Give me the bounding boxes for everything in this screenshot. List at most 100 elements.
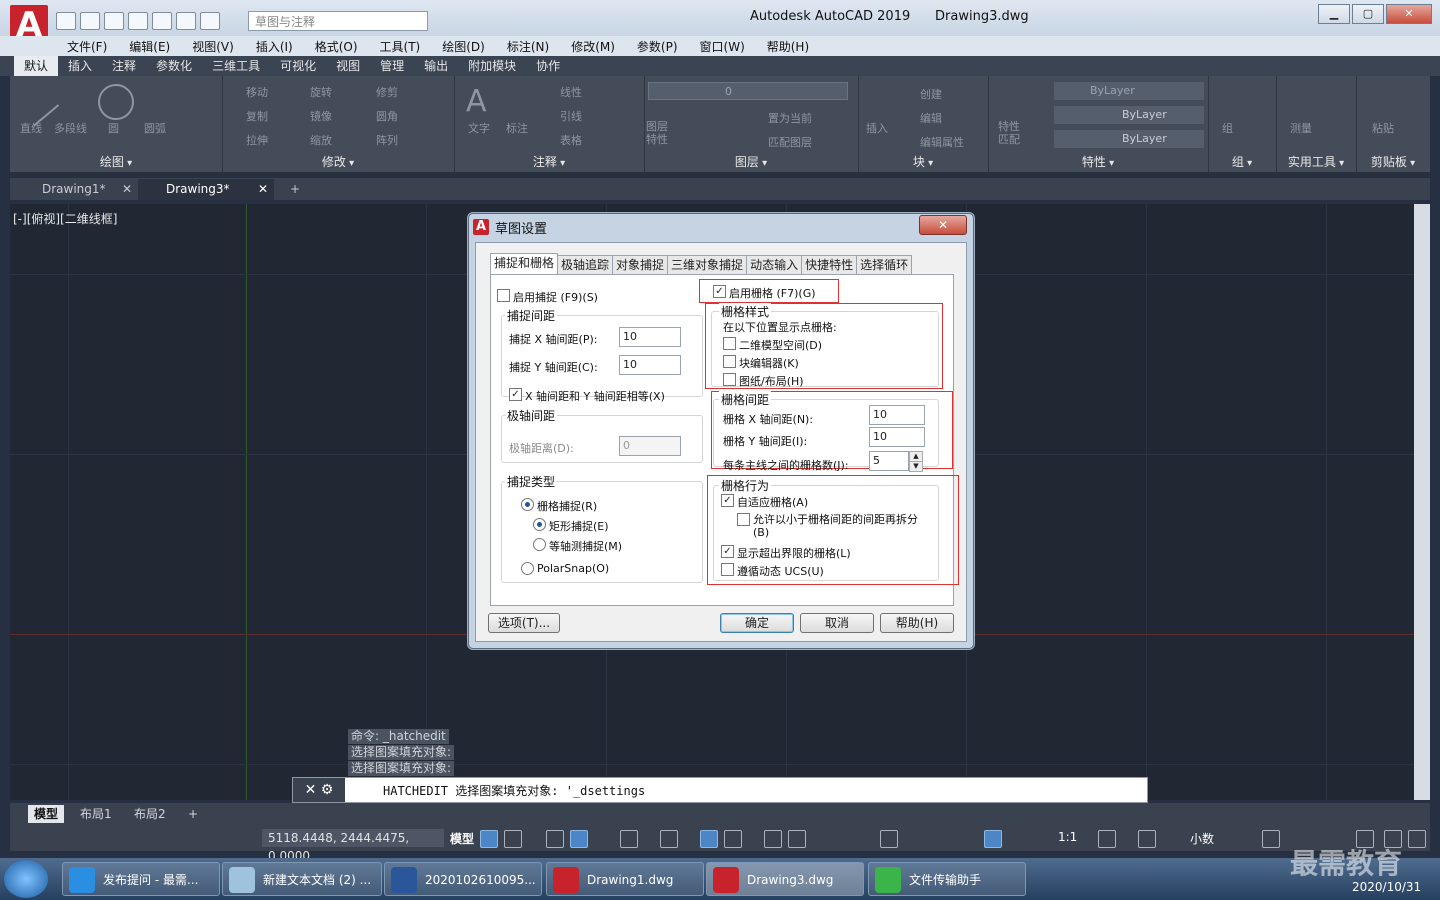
panel-title-annotation[interactable]: 注释 bbox=[454, 153, 644, 170]
ribbon-tab-parametric[interactable]: 参数化 bbox=[146, 56, 202, 76]
menu-help[interactable]: 帮助(H) bbox=[756, 38, 820, 55]
tab-quick-properties[interactable]: 快捷特性 bbox=[801, 255, 858, 274]
tool-leader[interactable]: 引线 bbox=[560, 108, 582, 124]
grid-snap-radio[interactable] bbox=[521, 498, 534, 511]
infer-constraints-icon[interactable] bbox=[546, 830, 564, 848]
menu-file[interactable]: 文件(F) bbox=[56, 38, 118, 55]
tool-measure[interactable]: 测量 bbox=[1290, 120, 1312, 136]
ribbon-tab-view[interactable]: 视图 bbox=[326, 56, 370, 76]
tool-array[interactable]: 阵列 bbox=[376, 132, 398, 148]
tool-linear[interactable]: 线性 bbox=[560, 84, 582, 100]
tab-dynamic-input[interactable]: 动态输入 bbox=[746, 255, 803, 274]
close-icon[interactable]: ✕ bbox=[258, 179, 268, 200]
ribbon-tab-collaborate[interactable]: 协作 bbox=[526, 56, 570, 76]
close-icon[interactable]: ✕ bbox=[122, 179, 132, 200]
snap-on-checkbox[interactable] bbox=[497, 289, 510, 302]
subdivide-checkbox[interactable] bbox=[737, 513, 750, 526]
grid-sheet-layout-checkbox[interactable] bbox=[723, 373, 736, 386]
follow-ucs-checkbox[interactable] bbox=[721, 563, 734, 576]
grid-y-input[interactable]: 10 bbox=[869, 427, 925, 447]
minimize-button[interactable]: ▁ bbox=[1318, 4, 1350, 24]
tool-mirror[interactable]: 镜像 bbox=[310, 108, 332, 124]
annotation-visibility-icon[interactable] bbox=[880, 830, 898, 848]
undo-icon[interactable] bbox=[176, 12, 196, 30]
menu-draw[interactable]: 绘图(D) bbox=[431, 38, 496, 55]
start-button[interactable] bbox=[4, 860, 48, 898]
ribbon-tab-annotate[interactable]: 注释 bbox=[102, 56, 146, 76]
tool-move[interactable]: 移动 bbox=[246, 84, 268, 100]
grid-on-checkbox[interactable]: ✓ bbox=[713, 285, 726, 298]
adaptive-grid-checkbox[interactable]: ✓ bbox=[721, 494, 734, 507]
layout-tab-model[interactable]: 模型 bbox=[28, 805, 65, 823]
tool-scale[interactable]: 缩放 bbox=[310, 132, 332, 148]
ribbon-tab-home[interactable]: 默认 bbox=[14, 56, 59, 76]
tool-stretch[interactable]: 拉伸 bbox=[246, 132, 268, 148]
tool-trim[interactable]: 修剪 bbox=[376, 84, 398, 100]
ortho-icon[interactable] bbox=[570, 830, 588, 848]
panel-title-utilities[interactable]: 实用工具 bbox=[1276, 153, 1356, 170]
tab-selection-cycling[interactable]: 选择循环 bbox=[856, 255, 913, 274]
tool-match-properties[interactable]: 特性匹配 bbox=[998, 120, 1022, 146]
customize-menu-icon[interactable] bbox=[1408, 830, 1426, 848]
tool-set-current[interactable]: 置为当前 bbox=[768, 110, 812, 126]
units-select[interactable]: 小数 bbox=[1190, 830, 1214, 847]
tool-fillet[interactable]: 圆角 bbox=[376, 108, 398, 124]
help-button[interactable]: 帮助(H) bbox=[880, 613, 954, 633]
panel-title-modify[interactable]: 修改 bbox=[222, 153, 454, 170]
circle-icon[interactable] bbox=[98, 84, 134, 120]
redo-icon[interactable] bbox=[200, 12, 220, 30]
options-button[interactable]: 选项(T)... bbox=[488, 613, 560, 633]
isodraft-icon[interactable] bbox=[660, 830, 678, 848]
quick-properties-icon[interactable] bbox=[1262, 830, 1280, 848]
layer-dropdown[interactable]: 0 bbox=[648, 82, 848, 100]
snap-x-input[interactable]: 10 bbox=[619, 327, 681, 347]
menu-window[interactable]: 窗口(W) bbox=[689, 38, 756, 55]
new-file-icon[interactable] bbox=[56, 12, 76, 30]
annotation-scale[interactable]: 1:1 bbox=[1058, 830, 1077, 844]
tab-snap-grid[interactable]: 捕捉和栅格 bbox=[490, 253, 559, 274]
tool-copy[interactable]: 复制 bbox=[246, 108, 268, 124]
grid-display-icon[interactable] bbox=[480, 830, 498, 848]
task-drawing3[interactable]: Drawing3.dwg bbox=[706, 862, 864, 896]
transparency-icon[interactable] bbox=[788, 830, 806, 848]
system-clock[interactable]: 2020/10/31 bbox=[1352, 880, 1421, 894]
polarsnap-radio[interactable] bbox=[521, 562, 534, 575]
object-snap-icon[interactable] bbox=[724, 830, 742, 848]
task-notepad[interactable]: 新建文本文档 (2) ... bbox=[222, 862, 382, 896]
polar-tracking-icon[interactable] bbox=[620, 830, 638, 848]
panel-title-clipboard[interactable]: 剪贴板 bbox=[1356, 153, 1430, 170]
ribbon-tab-manage[interactable]: 管理 bbox=[370, 56, 414, 76]
menu-parametric[interactable]: 参数(P) bbox=[626, 38, 689, 55]
beyond-limits-checkbox[interactable]: ✓ bbox=[721, 545, 734, 558]
dialog-close-button[interactable]: ✕ bbox=[919, 215, 967, 235]
save-as-icon[interactable] bbox=[128, 12, 148, 30]
lineweight-dropdown[interactable]: ByLayer bbox=[1054, 130, 1204, 148]
grid-x-input[interactable]: 10 bbox=[869, 405, 925, 425]
tool-create-block[interactable]: 创建 bbox=[920, 86, 942, 102]
layout-tab-layout1[interactable]: 布局1 bbox=[74, 805, 118, 823]
tool-match-layer[interactable]: 匹配图层 bbox=[768, 134, 812, 150]
tool-insert[interactable]: 插入 bbox=[866, 120, 888, 136]
tool-layer-properties[interactable]: 图层特性 bbox=[646, 120, 676, 146]
plus-icon[interactable] bbox=[1138, 830, 1156, 848]
tool-arc[interactable]: 圆弧 bbox=[144, 120, 166, 136]
add-layout-button[interactable]: + bbox=[182, 805, 204, 823]
menu-format[interactable]: 格式(O) bbox=[304, 38, 369, 55]
ribbon-tab-addins[interactable]: 附加模块 bbox=[458, 56, 526, 76]
task-drawing1[interactable]: Drawing1.dwg bbox=[546, 862, 704, 896]
ribbon-tab-output[interactable]: 输出 bbox=[414, 56, 458, 76]
panel-title-draw[interactable]: 绘图 bbox=[10, 153, 222, 170]
iso-snap-radio[interactable] bbox=[533, 538, 546, 551]
menu-dimension[interactable]: 标注(N) bbox=[496, 38, 560, 55]
grid-block-editor-checkbox[interactable] bbox=[723, 355, 736, 368]
menu-tools[interactable]: 工具(T) bbox=[369, 38, 432, 55]
ribbon-tab-insert[interactable]: 插入 bbox=[58, 56, 102, 76]
open-file-icon[interactable] bbox=[80, 12, 100, 30]
save-icon[interactable] bbox=[104, 12, 124, 30]
major-line-input[interactable]: 5 bbox=[869, 451, 909, 471]
ribbon-tab-visualize[interactable]: 可视化 bbox=[270, 56, 326, 76]
tool-line[interactable]: 直线 bbox=[20, 120, 42, 136]
workspace-select[interactable]: 草图与注释 bbox=[248, 11, 428, 31]
color-dropdown[interactable]: ByLayer bbox=[1054, 82, 1204, 100]
task-wechat[interactable]: 文件传输助手 bbox=[868, 862, 1026, 896]
